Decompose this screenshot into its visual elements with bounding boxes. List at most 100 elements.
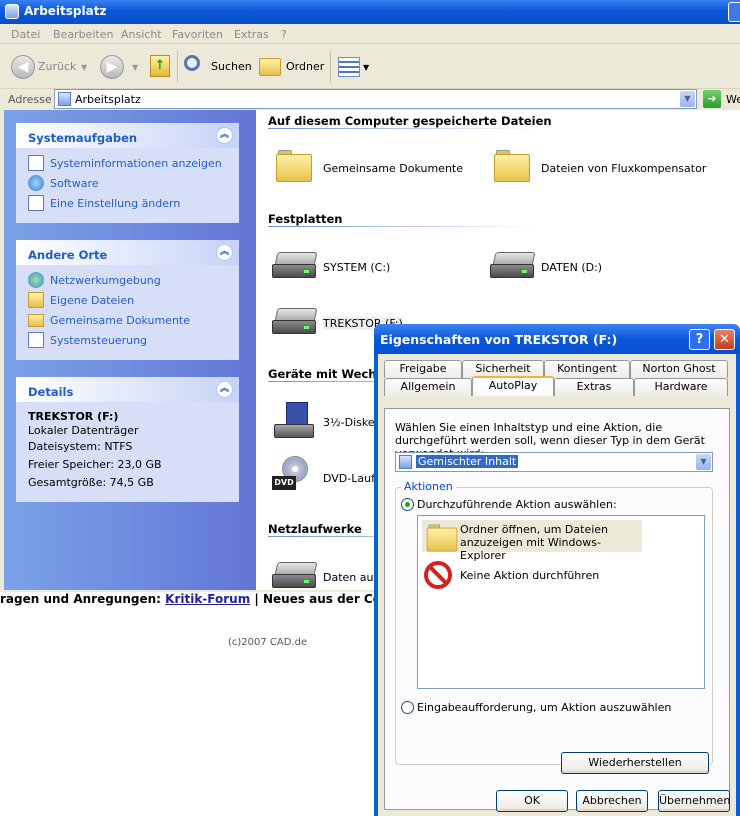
radio-select-action[interactable] [401, 498, 414, 511]
menu-bearbeiten[interactable]: Bearbeiten [53, 28, 113, 41]
details-total-size: Gesamtgröße: 74,5 GB [28, 476, 154, 489]
details-header[interactable]: Details ︽ [16, 377, 239, 402]
folder-open-icon [426, 524, 458, 552]
software-icon [28, 175, 44, 191]
section-hard-disks: Festplatten [268, 212, 343, 226]
content-type-select[interactable]: Gemischter Inhalt ▼ [395, 452, 713, 472]
task-change-setting[interactable]: Eine Einstellung ändern [16, 193, 239, 213]
content-type-value: Gemischter Inhalt [416, 455, 519, 468]
tab-autoplay[interactable]: AutoPlay [472, 376, 554, 396]
tab-allgemein[interactable]: Allgemein [384, 378, 472, 396]
item-floppy[interactable]: 3½-Disket [323, 416, 379, 429]
system-info-icon [28, 155, 44, 171]
hard-disk-icon[interactable] [272, 308, 318, 336]
go-button-label[interactable]: We [726, 93, 740, 106]
explorer-titlebar[interactable]: Arbeitsplatz [0, 0, 740, 24]
section-divider [268, 226, 538, 227]
apply-button[interactable]: Übernehmen [658, 790, 730, 812]
address-bar: Adresse Arbeitsplatz ▼ ➜ We [0, 89, 740, 110]
mixed-content-icon [399, 455, 412, 469]
back-button-label[interactable]: Zurück [38, 60, 76, 73]
system-tasks-header[interactable]: Systemaufgaben ︽ [16, 123, 239, 148]
folders-icon[interactable] [259, 58, 281, 76]
action-no-action-label: Keine Aktion durchführen [460, 569, 600, 582]
back-arrow-icon[interactable]: ◀ [11, 55, 35, 79]
toolbar-separator [177, 51, 178, 83]
address-dropdown-icon[interactable]: ▼ [680, 91, 695, 107]
properties-dialog: Eigenschaften von TREKSTOR (F:) ? ✕ Frei… [374, 324, 740, 816]
views-dropdown-icon[interactable]: ▼ [363, 63, 369, 72]
collapse-chevron-icon[interactable]: ︽ [216, 244, 233, 261]
menu-favoriten[interactable]: Favoriten [172, 28, 223, 41]
tab-norton-ghost[interactable]: Norton Ghost [630, 360, 728, 378]
menu-extras[interactable]: Extras [234, 28, 269, 41]
action-open-folder[interactable]: Ordner öffnen, um Dateien anzuzeigen mit… [422, 520, 642, 562]
tab-kontingent[interactable]: Kontingent [544, 360, 630, 378]
place-control-panel[interactable]: Systemsteuerung [16, 330, 239, 350]
menu-datei[interactable]: Datei [11, 28, 40, 41]
dialog-body: Freigabe Sicherheit Kontingent Norton Gh… [378, 354, 736, 816]
task-software[interactable]: Software [16, 173, 239, 193]
back-dropdown-icon[interactable]: ▼ [81, 63, 87, 72]
views-icon[interactable] [338, 57, 360, 77]
menu-ansicht[interactable]: Ansicht [121, 28, 162, 41]
network-drive-icon[interactable] [272, 562, 318, 590]
up-folder-icon[interactable]: ↑ [150, 55, 170, 77]
folder-icon[interactable] [494, 150, 530, 182]
tab-freigabe[interactable]: Freigabe [384, 360, 462, 378]
address-label: Adresse [8, 93, 52, 106]
close-button[interactable]: ✕ [714, 329, 735, 350]
actions-list: Ordner öffnen, um Dateien anzuzeigen mit… [417, 515, 705, 689]
other-places-header[interactable]: Andere Orte ︽ [16, 240, 239, 265]
search-button-label[interactable]: Suchen [211, 60, 252, 73]
place-my-documents[interactable]: Eigene Dateien [16, 290, 239, 310]
radio-prompt[interactable] [401, 701, 414, 714]
hard-disk-icon[interactable] [490, 252, 536, 280]
hard-disk-icon[interactable] [272, 252, 318, 280]
collapse-chevron-icon[interactable]: ︽ [216, 127, 233, 144]
forward-dropdown-icon[interactable]: ▼ [132, 63, 138, 72]
help-button[interactable]: ? [689, 329, 710, 350]
kritik-forum-link[interactable]: Kritik-Forum [165, 592, 250, 606]
dvd-drive-icon[interactable]: DVD [272, 456, 312, 498]
item-shared-documents[interactable]: Gemeinsame Dokumente [323, 162, 463, 175]
item-drive-c[interactable]: SYSTEM (C:) [323, 261, 390, 274]
control-panel-icon [28, 332, 44, 348]
address-field[interactable]: Arbeitsplatz ▼ [54, 89, 697, 109]
restore-button[interactable]: Wiederherstellen [561, 752, 709, 774]
forward-arrow-icon[interactable]: ▶ [100, 55, 124, 79]
computer-icon [5, 4, 19, 19]
details-name: TREKSTOR (F:) [28, 410, 119, 423]
ok-button[interactable]: OK [496, 790, 568, 812]
task-system-info[interactable]: Systeminformationen anzeigen [16, 153, 239, 173]
place-shared-documents[interactable]: Gemeinsame Dokumente [16, 310, 239, 330]
no-action-icon [424, 561, 452, 589]
menu-help[interactable]: ? [281, 28, 287, 41]
radio-select-action-label[interactable]: Durchzuführende Aktion auswählen: [417, 498, 617, 511]
radio-prompt-label[interactable]: Eingabeaufforderung, um Aktion auszuwähl… [417, 701, 671, 714]
floppy-drive-icon[interactable] [274, 402, 314, 442]
select-dropdown-icon[interactable]: ▼ [696, 454, 711, 470]
action-no-action[interactable]: Keine Aktion durchführen [422, 560, 622, 592]
menubar: Datei Bearbeiten Ansicht Favoriten Extra… [0, 24, 740, 44]
place-network[interactable]: Netzwerkumgebung [16, 270, 239, 290]
task-pane: Systemaufgaben ︽ Systeminformationen anze… [4, 110, 256, 590]
cancel-button[interactable]: Abbrechen [576, 790, 648, 812]
copyright: (c)2007 CAD.de [228, 637, 308, 648]
item-network-drive[interactable]: Daten auf [323, 571, 377, 584]
details-panel: Details ︽ TREKSTOR (F:) Lokaler Datenträg… [16, 377, 239, 502]
minimize-button[interactable] [728, 2, 740, 22]
tab-extras[interactable]: Extras [554, 378, 634, 396]
folder-icon[interactable] [276, 150, 312, 182]
go-arrow-icon[interactable]: ➜ [703, 90, 721, 108]
item-drive-d[interactable]: DATEN (D:) [541, 261, 602, 274]
item-user-files[interactable]: Dateien von Fluxkompensator [541, 162, 706, 175]
toolbar-separator [330, 51, 331, 83]
tab-hardware[interactable]: Hardware [634, 378, 728, 396]
folders-button-label[interactable]: Ordner [286, 60, 324, 73]
explorer-title: Arbeitsplatz [24, 4, 107, 18]
other-places-panel: Andere Orte ︽ Netzwerkumgebung Eigene Dat… [16, 240, 239, 360]
collapse-chevron-icon[interactable]: ︽ [216, 381, 233, 398]
search-icon[interactable] [184, 55, 200, 71]
dialog-titlebar[interactable]: Eigenschaften von TREKSTOR (F:) ? ✕ [374, 324, 740, 354]
